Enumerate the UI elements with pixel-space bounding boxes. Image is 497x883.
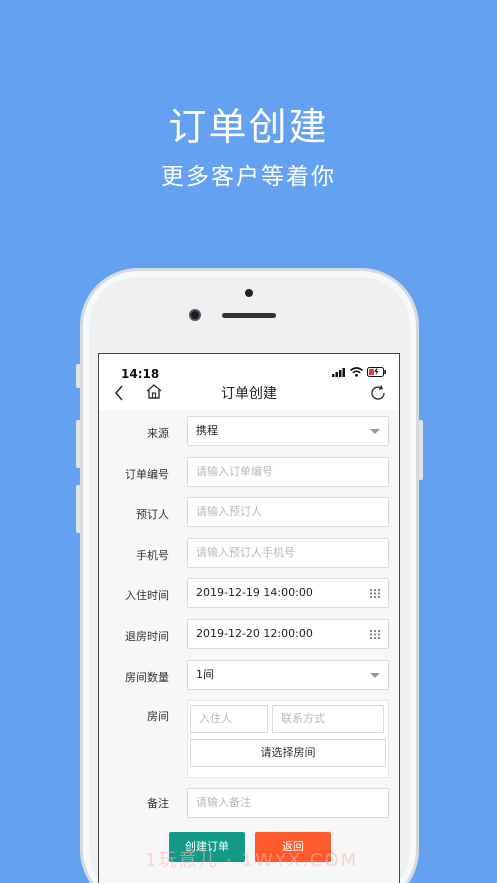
promo-subtitle: 更多客户等着你 bbox=[161, 164, 336, 190]
contact-input[interactable]: 联系方式 bbox=[272, 705, 384, 733]
checkin-value: 2019-12-19 14:00:00 bbox=[196, 586, 313, 599]
phone-screen: 14:18 订单创建 来源 携程 订单编号 请输入订单编号 预订人 请输入预订人… bbox=[98, 353, 400, 883]
checkout-input[interactable]: 2019-12-20 12:00:00 bbox=[187, 619, 389, 649]
calendar-icon[interactable] bbox=[370, 589, 380, 598]
calendar-icon[interactable] bbox=[370, 630, 380, 639]
checkin-input[interactable]: 2019-12-19 14:00:00 bbox=[187, 578, 389, 608]
wifi-icon bbox=[350, 367, 363, 377]
promo-title: 订单创建 bbox=[168, 105, 329, 149]
chevron-down-icon bbox=[370, 673, 380, 678]
select-room-button[interactable]: 请选择房间 bbox=[190, 739, 386, 767]
checkout-label: 退房时间 bbox=[125, 630, 169, 643]
room-count-label: 房间数量 bbox=[125, 671, 169, 684]
booker-label: 预订人 bbox=[136, 508, 169, 521]
remark-label: 备注 bbox=[147, 797, 169, 810]
phone-label: 手机号 bbox=[136, 549, 169, 562]
nav-bar: 订单创建 bbox=[99, 380, 399, 410]
room-group: 入住人 联系方式 请选择房间 bbox=[187, 700, 389, 778]
status-icons bbox=[332, 367, 387, 377]
status-bar: 14:18 bbox=[99, 354, 399, 381]
room-count-value: 1间 bbox=[196, 668, 214, 681]
order-no-label: 订单编号 bbox=[125, 468, 169, 481]
room-count-select[interactable]: 1间 bbox=[187, 660, 389, 690]
front-camera bbox=[189, 309, 201, 321]
refresh-icon[interactable] bbox=[369, 384, 387, 402]
watermark: 1玩意儿 · 1WYX.COM bbox=[145, 850, 359, 871]
status-time: 14:18 bbox=[121, 367, 160, 381]
phone-sensor bbox=[245, 289, 253, 297]
order-no-input[interactable]: 请输入订单编号 bbox=[187, 457, 389, 487]
order-form: 来源 携程 订单编号 请输入订单编号 预订人 请输入预订人 手机号 请输入预订人… bbox=[99, 410, 399, 883]
battery-icon bbox=[367, 367, 386, 377]
nav-title: 订单创建 bbox=[221, 386, 277, 402]
booker-input[interactable]: 请输入预订人 bbox=[187, 497, 389, 527]
checkin-label: 入住时间 bbox=[125, 589, 169, 602]
remark-input[interactable]: 请输入备注 bbox=[187, 788, 389, 818]
source-label: 来源 bbox=[147, 427, 169, 440]
checkout-value: 2019-12-20 12:00:00 bbox=[196, 627, 313, 640]
guest-input[interactable]: 入住人 bbox=[190, 705, 268, 733]
chevron-down-icon bbox=[370, 429, 380, 434]
room-label: 房间 bbox=[147, 710, 169, 723]
signal-icon bbox=[332, 367, 345, 377]
phone-input[interactable]: 请输入预订人手机号 bbox=[187, 538, 389, 568]
source-select[interactable]: 携程 bbox=[187, 416, 389, 446]
earpiece-speaker bbox=[222, 313, 276, 318]
source-value: 携程 bbox=[196, 424, 218, 437]
